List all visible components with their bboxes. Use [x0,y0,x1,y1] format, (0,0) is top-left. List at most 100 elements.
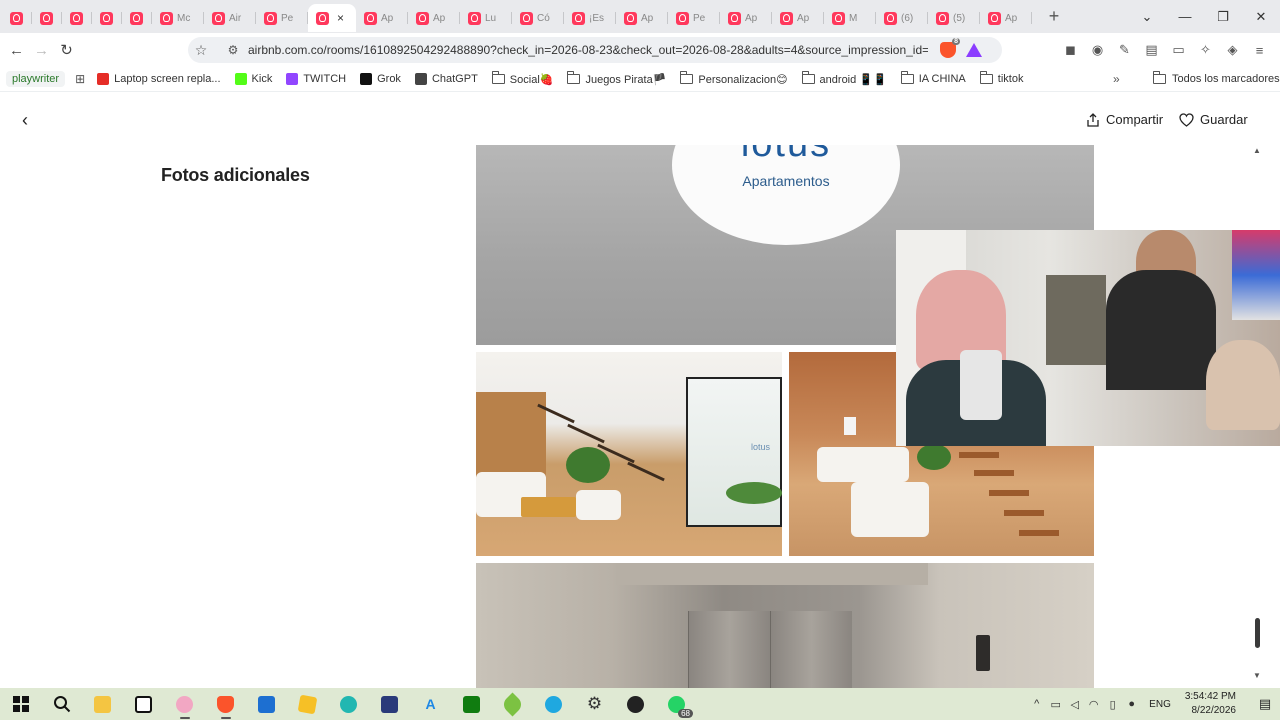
stair [567,423,605,444]
bookmark-folder[interactable]: IA CHINA [900,71,966,85]
bookmark-icon[interactable]: ☆ [188,42,214,59]
language-indicator[interactable]: ENG [1149,699,1171,710]
browser-tab[interactable] [122,4,152,32]
vpn-icon[interactable]: ◈ [1220,42,1245,58]
bookmark-folder[interactable]: Social🍓 [491,71,553,86]
camera-icon[interactable]: ◉ [1085,42,1110,58]
bookmark-folder[interactable]: tiktok [979,71,1023,85]
browser-tab[interactable]: ¡Es [564,4,616,32]
bookmark-item[interactable]: TWITCH [286,73,346,85]
scroll-down-arrow[interactable]: ▼ [1253,671,1261,680]
extensions-puzzle-icon[interactable]: ✎ [1112,42,1137,58]
save-button[interactable]: Guardar [1179,112,1248,127]
scrollbar-thumb[interactable] [1255,618,1260,648]
back-arrow-button[interactable]: ‹ [22,110,28,131]
bookmark-folder[interactable]: android 📱📱 [801,71,887,86]
browser-tab[interactable]: Mc [152,4,204,32]
leo-ai-icon[interactable]: ✧ [1193,42,1218,58]
browser-tab[interactable]: Ap [720,4,772,32]
scroll-up-arrow[interactable]: ▲ [1253,146,1261,155]
browser-tab[interactable]: Pe [256,4,308,32]
browser-tab[interactable] [2,4,32,32]
sticky-notes-icon[interactable] [287,688,328,720]
file-explorer-icon[interactable] [82,688,123,720]
sidebar-icon[interactable]: ▤ [1139,42,1164,58]
photo-elevator[interactable] [476,563,1094,688]
app-a-icon[interactable]: A [410,688,451,720]
browser-tab[interactable]: Air [204,4,256,32]
bookmark-playwriter[interactable]: playwriter [6,71,66,87]
browser-tab[interactable]: Ap [356,4,408,32]
app-dark-icon[interactable] [615,688,656,720]
bookmark-item[interactable]: Laptop screen repla... [97,73,221,85]
more-bookmarks-button[interactable]: » [1113,72,1120,86]
settings-gear-icon[interactable]: ⚙ [574,688,615,720]
bookmark-folder[interactable]: Juegos Pirata🏴 [567,71,666,86]
browser-tab[interactable]: Lu [460,4,512,32]
wallet-icon[interactable]: ▭ [1166,42,1191,58]
apps-grid-icon[interactable]: ⊞ [75,72,85,86]
volume-icon[interactable]: ◁ [1065,698,1084,711]
new-tab-button[interactable]: + [1040,6,1068,27]
bookmark-favicon-icon [234,73,247,85]
app-c-icon[interactable] [328,688,369,720]
browser-toolbar: ← → ↻ ☆ ⚙ airbnb.com.co/rooms/1610892504… [0,33,1280,67]
back-button[interactable]: ← [4,42,29,59]
xbox-icon[interactable] [451,688,492,720]
sync-icon[interactable] [533,688,574,720]
bookmark-label: Laptop screen repla... [114,73,221,85]
browser-tab[interactable]: Ap [616,4,668,32]
show-hidden-icons-button[interactable]: ^ [1027,698,1046,710]
glass-window [686,377,782,527]
wifi-icon[interactable]: ◠ [1084,698,1103,711]
minimize-button[interactable]: — [1166,9,1204,24]
browser-tab[interactable]: Ap [980,4,1032,32]
browser-tab[interactable]: (5) [928,4,980,32]
browser-tab[interactable]: Pe [668,4,720,32]
bookmark-item[interactable]: Grok [360,73,401,85]
browser-tab[interactable]: M [824,4,876,32]
app-icon[interactable] [164,688,205,720]
notion-icon[interactable] [123,688,164,720]
bookmark-folder[interactable]: Personalizacion😊 [680,71,788,86]
brave-shields-icon[interactable]: 8 [940,38,960,58]
brave-icon[interactable] [205,688,246,720]
store-icon[interactable] [246,688,287,720]
notifications-icon[interactable]: ▤ [1250,696,1280,712]
close-window-button[interactable]: ✕ [1242,9,1280,25]
mic-icon[interactable]: ● [1122,698,1141,710]
url-text[interactable]: airbnb.com.co/rooms/1610892504292488890?… [248,43,928,57]
share-button[interactable]: Compartir [1086,112,1163,127]
whatsapp-icon[interactable]: 68 [656,688,697,720]
restore-button[interactable]: ❐ [1204,9,1242,25]
battery-icon[interactable]: ▭ [1046,698,1065,711]
browser-tab[interactable] [32,4,62,32]
search-icon[interactable] [41,688,82,720]
app-leaf-icon[interactable] [492,688,533,720]
browser-tab[interactable]: Có [512,4,564,32]
airbnb-favicon-icon [10,11,23,25]
browser-tab[interactable]: Ap [772,4,824,32]
phone-link-icon[interactable]: ▯ [1103,698,1122,711]
all-bookmarks-button[interactable]: Todos los marcadores [1153,71,1280,85]
menu-icon[interactable]: ≡ [1247,43,1272,58]
photo-lobby-stairs[interactable]: lotus [476,352,782,556]
browser-tab[interactable]: Ap [408,4,460,32]
reload-button[interactable]: ↻ [54,41,79,59]
bookmark-item[interactable]: Kick [234,73,272,85]
start-button[interactable] [0,688,41,720]
active-tab[interactable]: × [308,4,356,32]
site-settings-icon[interactable]: ⚙ [224,43,242,57]
bookmark-item[interactable]: ChatGPT [414,73,478,85]
clock[interactable]: 3:54:42 PM 8/22/2026 [1185,690,1236,718]
browser-tab[interactable] [62,4,92,32]
browser-tab[interactable]: (6) [876,4,928,32]
app-sh-icon[interactable] [369,688,410,720]
browser-tab[interactable] [92,4,122,32]
tab-search-icon[interactable]: ⌄ [1128,9,1166,25]
address-bar[interactable]: ☆ ⚙ airbnb.com.co/rooms/1610892504292488… [188,37,1002,63]
extension-icon[interactable]: ◼ [1058,42,1083,58]
forward-button[interactable]: → [29,42,54,59]
close-tab-icon[interactable]: × [337,11,344,25]
brave-rewards-icon[interactable] [966,43,982,57]
